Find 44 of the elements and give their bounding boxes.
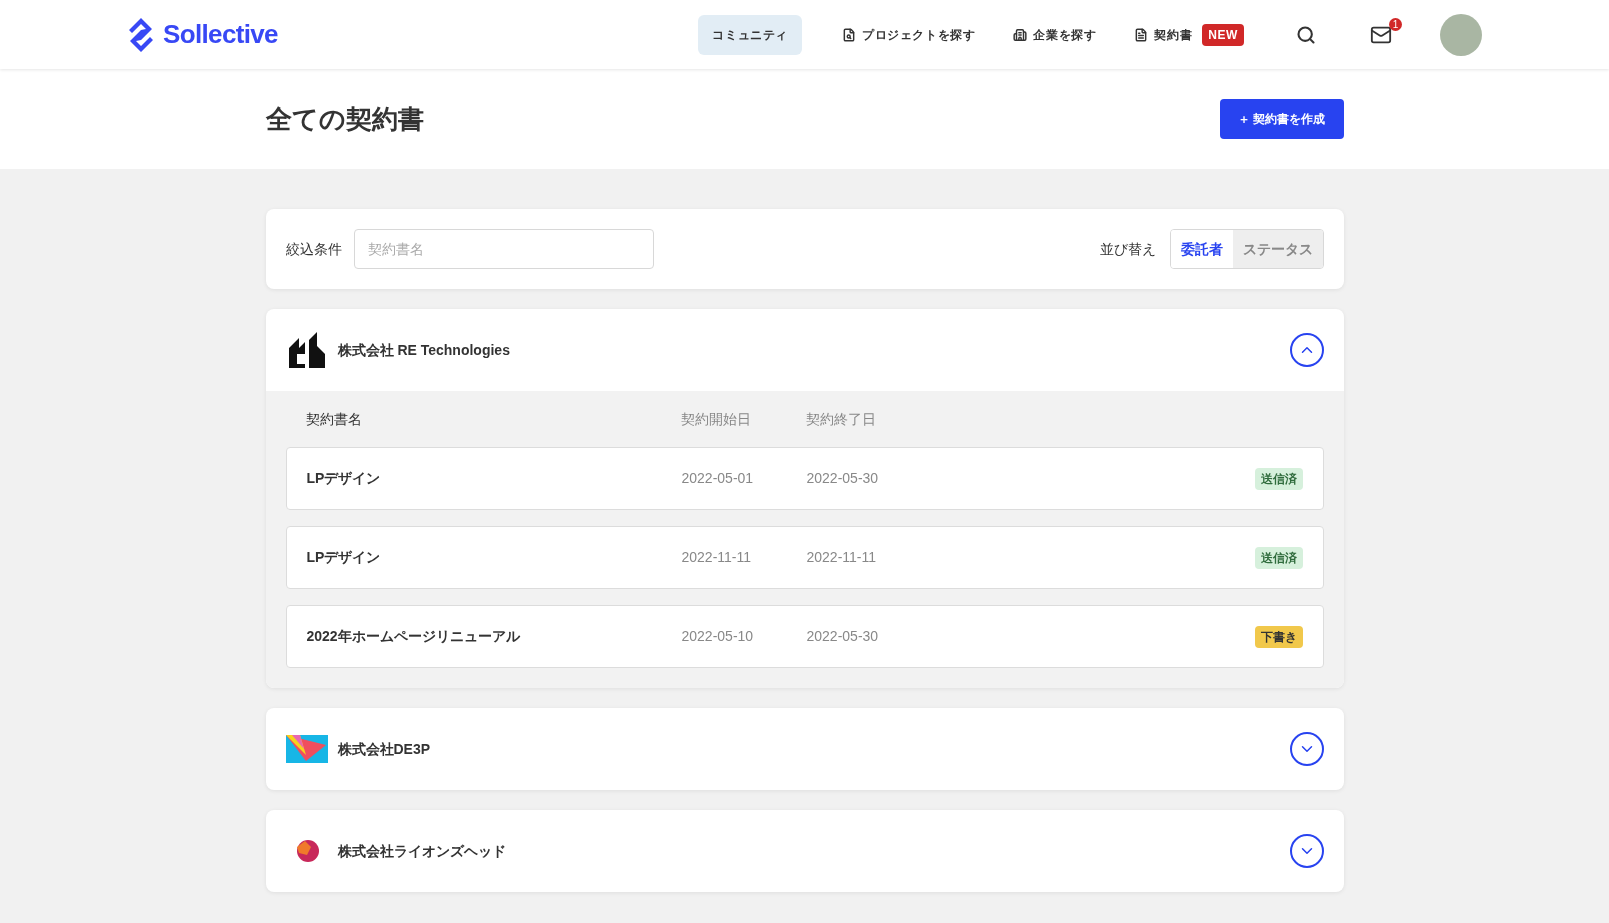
contract-name: LPデザイン [306,469,382,488]
search-icon [1296,24,1316,45]
page-title: 全ての契約書 [265,102,424,136]
company-name: 株式会社 RE Technologies [337,340,510,360]
contract-row[interactable]: LPデザイン 2022-05-01 2022-05-30 送信済 [285,447,1324,510]
nav-link[interactable]: コミュニティ [698,14,802,55]
building-icon [1013,27,1028,42]
column-header: 契約終了日 [805,409,876,429]
end-date: 2022-05-30 [806,627,879,646]
contract-name: 2022年ホームページリニューアル [306,627,521,646]
sort-label: 並び替え [1099,239,1156,259]
company-logo [285,735,328,763]
column-header: 契約開始日 [680,409,752,429]
expand-toggle[interactable] [1289,333,1324,367]
status-badge: 下書き [1254,625,1303,648]
company-name: 株式会社ライオンズヘッド [337,841,506,861]
expand-toggle[interactable] [1289,834,1324,868]
status-badge: 送信済 [1254,467,1303,490]
nav-link[interactable]: プロジェクトを探す [828,14,990,55]
contract-row[interactable]: 2022年ホームページリニューアル 2022-05-10 2022-05-30 下書き [285,605,1324,668]
contract-name: LPデザイン [306,548,382,567]
filter-label: 絞込条件 [285,239,342,259]
notification-count: 1 [1389,17,1402,31]
company-logo [286,332,327,368]
expand-toggle[interactable] [1289,732,1324,766]
document-search-icon [842,27,856,42]
logo-icon [127,16,155,53]
mail-button[interactable]: 1 [1362,15,1400,54]
start-date: 2022-05-01 [681,469,755,488]
status-badge: 送信済 [1254,546,1303,569]
nav-link[interactable]: 企業を探す [999,14,1111,55]
contract-row[interactable]: LPデザイン 2022-11-11 2022-11-11 送信済 [285,526,1324,589]
end-date: 2022-05-30 [806,469,879,488]
nav-link[interactable]: 契約書 NEW [1120,14,1258,55]
new-badge: NEW [1202,23,1244,46]
contract-name-field[interactable]: 契約書名 [353,229,654,269]
start-date: 2022-11-11 [681,548,753,567]
create-contract-button[interactable]: ＋ 契約書を作成 [1220,99,1344,139]
end-date: 2022-11-11 [806,548,877,567]
logo-text[interactable]: Sollective [163,15,278,54]
document-icon [1134,27,1149,42]
start-date: 2022-05-10 [681,627,755,646]
company-name: 株式会社DE3P [337,739,431,759]
column-header: 契約書名 [305,409,363,429]
